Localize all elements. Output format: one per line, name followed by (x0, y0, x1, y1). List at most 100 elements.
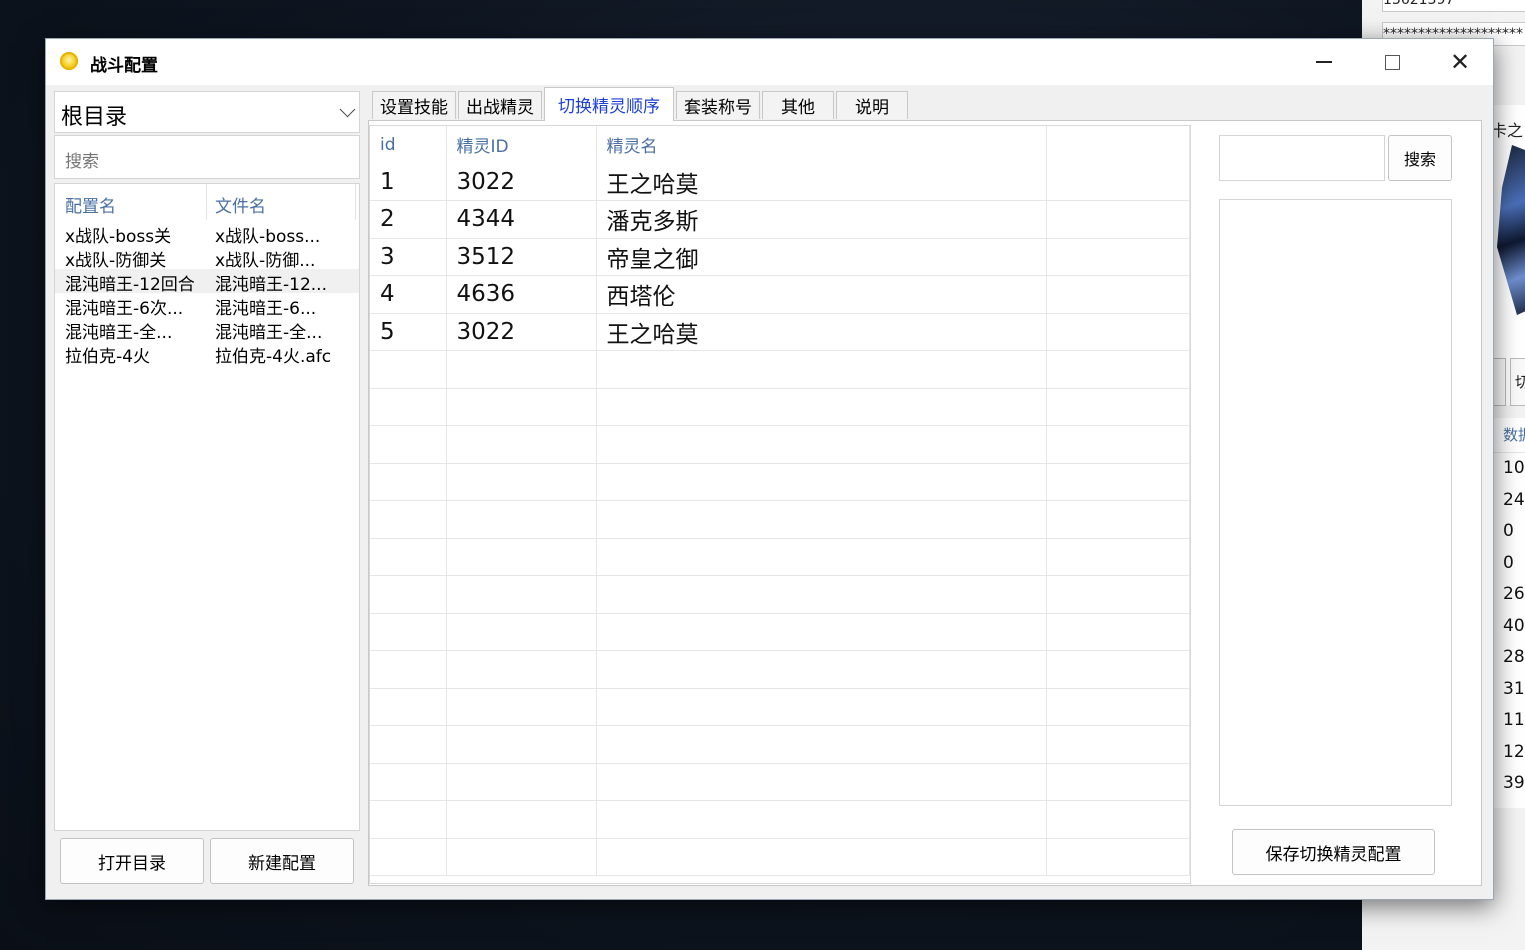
empty-table-row[interactable] (370, 838, 1190, 876)
maximize-button[interactable] (1358, 39, 1426, 85)
sprite-id-cell[interactable]: 4344 (446, 200, 597, 239)
empty-cell[interactable] (1046, 313, 1190, 351)
background-list-item[interactable]: 26 (1493, 579, 1525, 611)
background-list-item[interactable]: 31 (1493, 674, 1525, 706)
id-cell[interactable]: 3 (370, 238, 447, 276)
empty-cell[interactable] (596, 350, 1047, 389)
empty-cell[interactable] (1046, 763, 1190, 801)
sprite-id-cell[interactable]: 3022 (446, 313, 597, 351)
empty-cell[interactable] (370, 838, 447, 876)
sprite-name-cell[interactable]: 王之哈莫 (596, 163, 1047, 201)
empty-cell[interactable] (370, 388, 447, 426)
tab-battle-sprites[interactable]: 出战精灵 (458, 91, 542, 119)
background-list-item[interactable]: 12 (1493, 737, 1525, 769)
empty-cell[interactable] (1046, 238, 1190, 276)
open-directory-button[interactable]: 打开目录 (60, 838, 204, 884)
empty-cell[interactable] (446, 650, 597, 689)
table-row[interactable]: 4 4636 西塔伦 (370, 275, 1190, 314)
config-list-item[interactable]: 拉伯克-4火 拉伯克-4火.afc (55, 341, 359, 367)
empty-cell[interactable] (446, 763, 597, 801)
background-list-item[interactable]: 39 (1493, 768, 1525, 800)
empty-cell[interactable] (370, 688, 447, 726)
minimize-button[interactable] (1290, 39, 1358, 85)
empty-cell[interactable] (1046, 350, 1190, 389)
empty-cell[interactable] (446, 463, 597, 501)
background-list-item[interactable]: 0 (1493, 516, 1525, 548)
tab-switch-sprite-order[interactable]: 切换精灵顺序 (544, 87, 674, 121)
table-row[interactable]: 5 3022 王之哈莫 (370, 313, 1190, 351)
empty-cell[interactable] (596, 688, 1047, 726)
empty-cell[interactable] (1046, 200, 1190, 239)
directory-select[interactable]: 根目录 (54, 91, 360, 133)
empty-cell[interactable] (1046, 163, 1190, 201)
empty-cell[interactable] (596, 613, 1047, 651)
empty-table-row[interactable] (370, 425, 1190, 464)
empty-table-row[interactable] (370, 500, 1190, 539)
empty-cell[interactable] (1046, 500, 1190, 539)
empty-cell[interactable] (1046, 538, 1190, 576)
background-list-item[interactable]: 0 (1493, 548, 1525, 580)
empty-cell[interactable] (446, 800, 597, 839)
empty-cell[interactable] (1046, 463, 1190, 501)
config-list-item[interactable]: 混沌暗王-12回合 混沌暗王-12... (55, 269, 359, 295)
empty-table-row[interactable] (370, 575, 1190, 614)
config-list-item[interactable]: x战队-防御关 x战队-防御... (55, 245, 359, 271)
column-header-sprite-id[interactable]: 精灵ID (446, 126, 597, 163)
empty-table-row[interactable] (370, 538, 1190, 576)
background-button[interactable]: 切 (1510, 358, 1525, 406)
empty-cell[interactable] (446, 725, 597, 764)
sprite-search-results-list[interactable] (1219, 199, 1452, 806)
background-field-account[interactable]: 13621397 (1382, 0, 1525, 12)
empty-table-row[interactable] (370, 650, 1190, 689)
sprite-search-input[interactable] (1219, 135, 1385, 181)
background-list-item[interactable]: 28 (1493, 642, 1525, 674)
table-row[interactable]: 3 3512 帝皇之御 (370, 238, 1190, 276)
empty-table-row[interactable] (370, 463, 1190, 501)
empty-cell[interactable] (446, 838, 597, 876)
column-header-sprite-name[interactable]: 精灵名 (596, 126, 1047, 163)
empty-cell[interactable] (446, 613, 597, 651)
empty-cell[interactable] (596, 425, 1047, 464)
empty-cell[interactable] (370, 350, 447, 389)
empty-cell[interactable] (370, 763, 447, 801)
empty-cell[interactable] (1046, 650, 1190, 689)
empty-cell[interactable] (1046, 575, 1190, 614)
id-cell[interactable]: 2 (370, 200, 447, 239)
empty-cell[interactable] (446, 350, 597, 389)
sprite-id-cell[interactable]: 3512 (446, 238, 597, 276)
empty-table-row[interactable] (370, 725, 1190, 764)
empty-cell[interactable] (1046, 613, 1190, 651)
column-divider[interactable] (206, 184, 207, 220)
empty-cell[interactable] (596, 800, 1047, 839)
sprite-search-button[interactable]: 搜索 (1388, 135, 1452, 181)
new-config-button[interactable]: 新建配置 (210, 838, 354, 884)
empty-cell[interactable] (1046, 838, 1190, 876)
empty-table-row[interactable] (370, 613, 1190, 651)
id-cell[interactable]: 4 (370, 275, 447, 314)
empty-cell[interactable] (596, 500, 1047, 539)
background-list-item[interactable]: 11 (1493, 705, 1525, 737)
config-search-input[interactable] (54, 135, 360, 179)
background-list-item[interactable]: 10 (1493, 453, 1525, 485)
empty-cell[interactable] (596, 538, 1047, 576)
empty-cell[interactable] (446, 538, 597, 576)
column-header-file-name[interactable]: 文件名 (215, 192, 266, 217)
empty-cell[interactable] (446, 388, 597, 426)
empty-cell[interactable] (1046, 725, 1190, 764)
config-list-item[interactable]: 混沌暗王-全... 混沌暗王-全... (55, 317, 359, 343)
empty-table-row[interactable] (370, 688, 1190, 726)
background-list-item[interactable]: 24 (1493, 485, 1525, 517)
empty-cell[interactable] (370, 613, 447, 651)
empty-cell[interactable] (596, 388, 1047, 426)
empty-table-row[interactable] (370, 800, 1190, 839)
sprite-id-cell[interactable]: 3022 (446, 163, 597, 201)
table-row[interactable]: 1 3022 王之哈莫 (370, 163, 1190, 201)
tab-help[interactable]: 说明 (836, 91, 908, 119)
empty-cell[interactable] (1046, 425, 1190, 464)
sprite-name-cell[interactable]: 王之哈莫 (596, 313, 1047, 351)
column-divider[interactable] (355, 184, 356, 220)
empty-cell[interactable] (370, 725, 447, 764)
empty-cell[interactable] (446, 500, 597, 539)
table-row[interactable]: 2 4344 潘克多斯 (370, 200, 1190, 239)
id-cell[interactable]: 1 (370, 163, 447, 201)
